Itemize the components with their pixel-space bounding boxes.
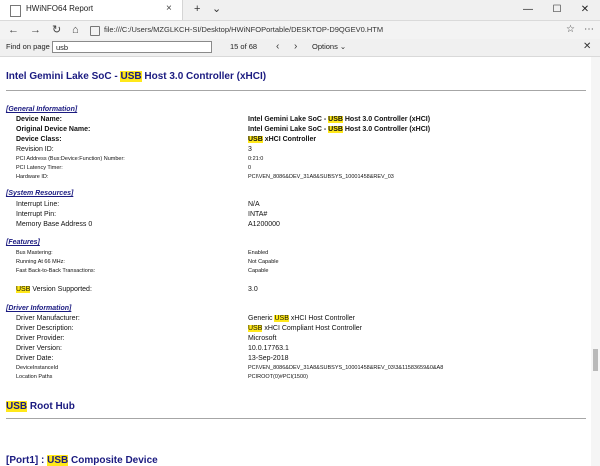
browser-tab[interactable]: HWiNFO64 Report × [0,0,183,20]
field-value: 0:21:0 [248,156,264,162]
minimize-button[interactable]: — [514,1,542,19]
field-label: Location Paths [16,374,53,380]
field-label: Driver Provider: [16,335,65,342]
find-label: Find on page [6,42,50,51]
field-value: USB xHCI Controller [248,136,317,143]
find-options-dropdown[interactable]: Options ⌄ [312,42,346,51]
field-value: 13-Sep-2018 [248,355,289,362]
field-label: Fast Back-to-Back Transactions: [16,268,96,274]
field-value: N/A [248,201,260,208]
field-value: Intel Gemini Lake SoC - USB Host 3.0 Con… [248,116,431,123]
home-button[interactable]: ⌂ [72,23,79,37]
root-hub-heading: USB Root Hub [6,401,75,412]
vertical-scrollbar[interactable] [591,57,600,466]
field-value: Capable [248,268,269,274]
new-tab-icon[interactable]: + [194,2,200,16]
field-label: Interrupt Line: [16,201,60,208]
field-label: DeviceInstanceId [16,365,59,371]
search-highlight: USB [120,71,142,82]
find-close-icon[interactable]: ✕ [583,40,591,54]
field-value: Generic USB xHCI Host Controller [248,315,356,322]
maximize-button[interactable]: ☐ [543,1,571,19]
field-label: Revision ID: [16,146,54,153]
field-label: Driver Version: [16,345,62,352]
tab-menu-icon[interactable]: ⌄ [212,2,221,16]
usb-version-label: USB Version Supported: [16,286,92,293]
field-label: Driver Manufacturer: [16,315,80,322]
field-label: Driver Date: [16,355,54,362]
scrollbar-thumb[interactable] [593,349,598,371]
field-value: USB xHCI Compliant Host Controller [248,325,362,332]
device-title: Intel Gemini Lake SoC - USB Host 3.0 Con… [6,71,267,82]
favorites-star-icon[interactable]: ☆ [566,23,575,37]
field-label: PCI Address (Bus:Device:Function) Number… [16,156,125,162]
section-driver-information: [Driver Information] [6,305,72,312]
report-content: Intel Gemini Lake SoC - USB Host 3.0 Con… [0,57,590,466]
section-general-information: [General Information] [6,106,78,113]
page-icon [10,5,21,17]
back-button[interactable]: ← [8,23,19,37]
field-label: Memory Base Address 0 [16,221,93,228]
tab-title: HWiNFO64 Report [26,4,94,13]
forward-button[interactable]: → [30,23,41,37]
field-label: PCI Latency Timer: [16,165,63,171]
field-value: Not Capable [248,259,279,265]
usb-version-value: 3.0 [248,286,258,293]
field-value: INTA# [248,211,268,218]
field-label: Device Class: [16,136,62,143]
field-label: Hardware ID: [16,174,49,180]
address-bar: ← → ↻ ⌂ file:///C:/Users/MZGLKCH-SI/Desk… [0,21,600,39]
section-features: [Features] [6,239,40,246]
field-label: Interrupt Pin: [16,211,57,218]
field-value: Enabled [248,250,269,256]
field-value: 0 [248,165,252,171]
tab-close-icon[interactable]: × [166,3,172,15]
field-value: 3 [248,146,252,153]
field-value: A1200000 [248,221,280,228]
find-next-icon[interactable]: › [294,40,297,54]
find-previous-icon[interactable]: ‹ [276,40,279,54]
field-label: Running At 66 MHz: [16,259,65,265]
field-value: Intel Gemini Lake SoC - USB Host 3.0 Con… [248,126,431,133]
divider [6,418,586,419]
field-label: Device Name: [16,116,62,123]
section-system-resources: [System Resources] [6,190,74,197]
find-bar: Find on page usb 15 of 68 ‹ › Options ⌄ … [0,39,600,57]
file-icon [90,26,100,36]
url-field[interactable]: file:///C:/Users/MZGLKCH-SI/Desktop/HWiN… [104,25,383,34]
field-value: PCI\VEN_8086&DEV_31A8&SUBSYS_10001458&RE… [248,174,394,180]
field-label: Driver Description: [16,325,74,332]
find-result-count: 15 of 68 [230,42,258,51]
field-value: PCI\VEN_8086&DEV_31A8&SUBSYS_10001458&RE… [248,365,444,371]
port-heading: [Port1] : USB Composite Device [6,455,158,466]
field-value: 10.0.17763.1 [248,345,289,352]
divider [6,90,586,91]
title-bar: HWiNFO64 Report × + ⌄ — ☐ ✕ [0,0,600,21]
refresh-button[interactable]: ↻ [52,23,61,37]
field-value: PCIROOT(0)#PCI(1500) [248,374,308,380]
find-input[interactable]: usb [52,41,212,53]
field-label: Bus Mastering: [16,250,53,256]
field-label: Original Device Name: [16,126,91,133]
field-value: Microsoft [248,335,277,342]
more-menu-icon[interactable]: ⋯ [584,23,594,37]
close-window-button[interactable]: ✕ [571,1,599,19]
